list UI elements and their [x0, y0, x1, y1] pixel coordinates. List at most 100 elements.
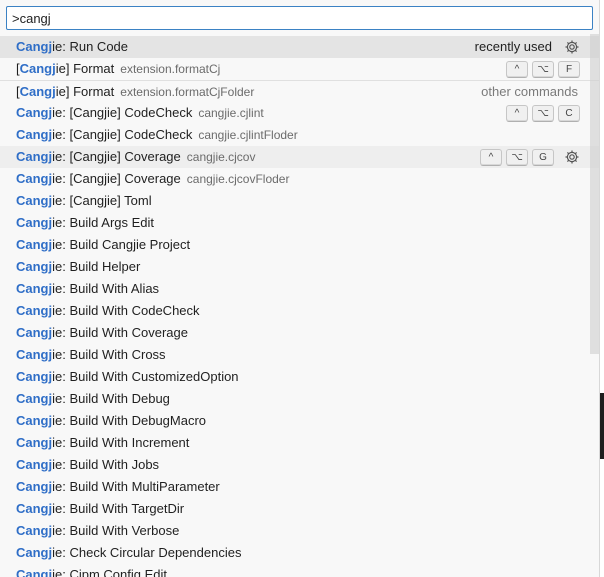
command-label: Cangjie: [Cangjie] CodeCheck [16, 127, 192, 142]
command-item[interactable]: Cangjie: Check Circular Dependencies [0, 542, 599, 564]
match-highlight: Cangj [16, 281, 53, 296]
command-item[interactable]: Cangjie: Build With Alias [0, 278, 599, 300]
command-label: Cangjie: Build With CustomizedOption [16, 369, 239, 384]
command-label: [Cangjie] Format [16, 61, 114, 76]
command-label-rest: ie: Build With Jobs [52, 457, 160, 472]
command-item[interactable]: Cangjie: Build With Verbose [0, 520, 599, 542]
command-label: Cangjie: Check Circular Dependencies [16, 545, 241, 560]
command-label-rest: ie: Build With Verbose [52, 523, 180, 538]
command-item[interactable]: Cangjie: Build With MultiParameter [0, 476, 599, 498]
command-label: Cangjie: Cjpm Config Edit [16, 567, 167, 577]
command-label-rest: ie: [Cangjie] CodeCheck [52, 105, 193, 120]
match-highlight: Cangj [16, 171, 53, 186]
command-label-rest: ie: Build Cangjie Project [52, 237, 191, 252]
command-label-rest: ie: [Cangjie] CodeCheck [52, 127, 193, 142]
command-palette: Cangjie: Run Code recently used [Cangjie] … [0, 0, 600, 577]
command-item[interactable]: Cangjie: [Cangjie] Coverage cangjie.cjcov… [0, 146, 599, 168]
command-label-rest: ie: Build With CustomizedOption [52, 369, 239, 384]
match-highlight: Cangj [16, 127, 53, 142]
command-label-rest: ie: Check Circular Dependencies [52, 545, 242, 560]
command-item[interactable]: Cangjie: [Cangjie] Toml [0, 190, 599, 212]
command-meta: other commands [481, 81, 580, 103]
match-highlight: Cangj [16, 105, 53, 120]
keybinding-key: ^ [506, 104, 528, 122]
command-meta: ^ ⌥ C [506, 102, 580, 124]
command-label: Cangjie: Build With Coverage [16, 325, 188, 340]
command-label: Cangjie: [Cangjie] Coverage [16, 149, 181, 164]
command-id: cangjie.cjlint [198, 106, 264, 120]
command-label-rest: ie: Build With CodeCheck [52, 303, 200, 318]
command-label-rest: ie: Build Args Edit [52, 215, 155, 230]
match-highlight: Cangj [16, 303, 53, 318]
match-highlight: Cangj [16, 435, 53, 450]
command-label-rest: ie] Format [55, 84, 115, 99]
gear-icon[interactable] [564, 39, 580, 55]
command-palette-input-box [6, 6, 593, 30]
match-highlight: Cangj [16, 545, 53, 560]
command-label-rest: ie: Build With DebugMacro [52, 413, 207, 428]
keybinding-key: ⌥ [532, 60, 554, 78]
command-label: Cangjie: [Cangjie] Toml [16, 193, 152, 208]
gear-icon[interactable] [564, 149, 580, 165]
command-item[interactable]: Cangjie: Build With Debug [0, 388, 599, 410]
match-highlight: Cangj [16, 215, 53, 230]
command-search-input[interactable] [7, 7, 592, 29]
command-label: Cangjie: Build Args Edit [16, 215, 154, 230]
command-id: extension.formatCj [120, 62, 221, 76]
command-id: cangjie.cjcovFloder [186, 172, 290, 186]
command-label: Cangjie: Build With DebugMacro [16, 413, 206, 428]
command-id: cangjie.cjcov [186, 150, 256, 164]
command-label-rest: ie: Build With Coverage [52, 325, 188, 340]
match-highlight: Cangj [16, 149, 53, 164]
command-label: Cangjie: Build With CodeCheck [16, 303, 200, 318]
command-item[interactable]: Cangjie: Build With TargetDir [0, 498, 599, 520]
command-item[interactable]: Cangjie: Build With Coverage [0, 322, 599, 344]
command-label-rest: ie] Format [55, 61, 115, 76]
command-label-rest: ie: [Cangjie] Toml [52, 193, 152, 208]
command-meta: ^ ⌥ F [506, 58, 580, 80]
command-label: Cangjie: Build With Increment [16, 435, 189, 450]
command-label: Cangjie: Run Code [16, 39, 128, 54]
command-label-rest: ie: [Cangjie] Coverage [52, 171, 181, 186]
command-item[interactable]: [Cangjie] Format extension.formatCjFolder… [0, 80, 599, 103]
command-item[interactable]: Cangjie: Build With Cross [0, 344, 599, 366]
command-item[interactable]: Cangjie: Build With CodeCheck [0, 300, 599, 322]
command-item[interactable]: Cangjie: Build Helper [0, 256, 599, 278]
keybinding-key: C [558, 104, 580, 122]
match-highlight: Cangj [16, 347, 53, 362]
group-tag: recently used [474, 39, 552, 54]
command-item[interactable]: Cangjie: [Cangjie] CodeCheck cangjie.cjli… [0, 124, 599, 146]
keybinding-key: G [532, 148, 554, 166]
match-highlight: Cangj [16, 413, 53, 428]
command-item[interactable]: Cangjie: [Cangjie] Coverage cangjie.cjcov… [0, 168, 599, 190]
command-label: Cangjie: Build With Jobs [16, 457, 159, 472]
command-item[interactable]: Cangjie: Build With CustomizedOption [0, 366, 599, 388]
command-label: Cangjie: Build With MultiParameter [16, 479, 220, 494]
command-meta: ^ ⌥ G [480, 146, 580, 168]
match-highlight: Cangj [16, 193, 53, 208]
match-highlight: Cangj [16, 325, 53, 340]
match-highlight: Cangj [19, 84, 56, 99]
command-item[interactable]: Cangjie: Cjpm Config Edit [0, 564, 599, 577]
command-item[interactable]: [Cangjie] Format extension.formatCj ^ ⌥ F [0, 58, 599, 80]
command-label-rest: ie: Build With Debug [52, 391, 170, 406]
command-label: Cangjie: Build Cangjie Project [16, 237, 190, 252]
command-item[interactable]: Cangjie: Build Cangjie Project [0, 234, 599, 256]
command-item[interactable]: Cangjie: Build With Jobs [0, 454, 599, 476]
command-item[interactable]: Cangjie: Build With DebugMacro [0, 410, 599, 432]
command-label: Cangjie: Build With Verbose [16, 523, 179, 538]
scrollbar[interactable] [590, 34, 599, 354]
command-label: Cangjie: [Cangjie] CodeCheck [16, 105, 192, 120]
keybinding-key: ⌥ [506, 148, 528, 166]
command-item[interactable]: Cangjie: Run Code recently used [0, 36, 599, 58]
command-list: Cangjie: Run Code recently used [Cangjie] … [0, 36, 599, 577]
keybinding-key: ^ [506, 60, 528, 78]
command-item[interactable]: Cangjie: [Cangjie] CodeCheck cangjie.cjli… [0, 102, 599, 124]
match-highlight: Cangj [16, 39, 53, 54]
command-label-rest: ie: Build With Alias [52, 281, 160, 296]
command-item[interactable]: Cangjie: Build With Increment [0, 432, 599, 454]
command-item[interactable]: Cangjie: Build Args Edit [0, 212, 599, 234]
match-highlight: Cangj [16, 523, 53, 538]
command-id: extension.formatCjFolder [120, 85, 255, 99]
command-meta: recently used [475, 36, 580, 58]
